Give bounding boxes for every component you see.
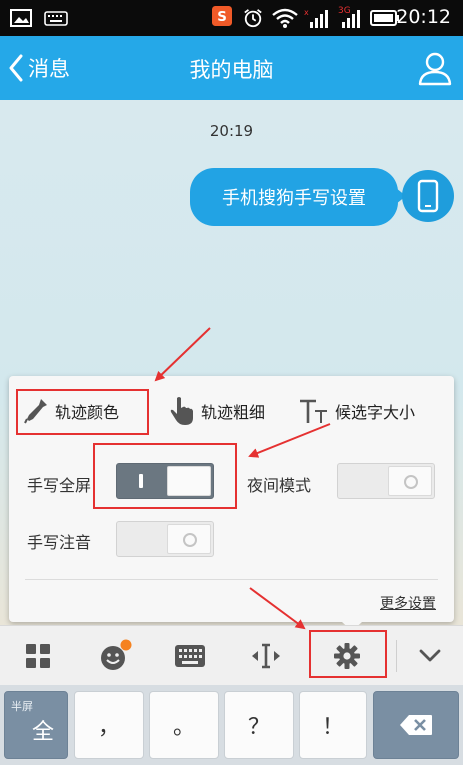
- night-mode-toggle[interactable]: [337, 463, 435, 499]
- fullscreen-handwriting-label: 手写全屏: [27, 476, 92, 495]
- keyboard-toolbar: [0, 625, 463, 685]
- key-label: ？: [247, 715, 270, 740]
- avatar[interactable]: [402, 170, 454, 222]
- hand-pointer-icon: [170, 397, 193, 425]
- toolbar-cursor-button[interactable]: [236, 626, 296, 686]
- toolbar-keyboard-button[interactable]: [160, 626, 220, 686]
- svg-text:x: x: [304, 8, 309, 17]
- keyboard-icon: [175, 645, 205, 667]
- comma-key[interactable]: ，: [74, 691, 144, 759]
- message-text: 手机搜狗手写设置: [222, 188, 366, 209]
- wifi-icon: [272, 8, 298, 28]
- status-bar: S x 3G 20:12: [0, 0, 463, 36]
- emoji-icon: [101, 639, 132, 670]
- backspace-key[interactable]: [373, 691, 459, 759]
- exclamation-key[interactable]: ！: [299, 691, 367, 759]
- annotation-box-track-color: [16, 389, 149, 435]
- svg-text:S: S: [217, 10, 227, 25]
- toolbar-collapse-button[interactable]: [400, 626, 460, 686]
- option-label: 轨迹粗细: [201, 403, 266, 422]
- key-label: ！: [321, 715, 344, 740]
- backspace-icon: [400, 715, 432, 735]
- signal-icon: [342, 10, 360, 28]
- annotation-box-settings-button: [309, 630, 387, 678]
- more-settings-link[interactable]: 更多设置: [380, 593, 436, 613]
- annotation-box-fullscreen-toggle: [93, 443, 237, 509]
- toolbar-menu-button[interactable]: [8, 626, 68, 686]
- grid-icon: [26, 644, 50, 668]
- text-size-icon: [300, 399, 327, 423]
- nav-bar: 消息 我的电脑: [0, 36, 463, 100]
- pinyin-annotation-label: 手写注音: [27, 533, 92, 552]
- divider: [25, 579, 438, 580]
- key-label: ，: [97, 715, 120, 740]
- candidate-size-option[interactable]: 候选字大小: [299, 392, 415, 430]
- sogou-icon: S: [212, 6, 232, 26]
- key-label: 。: [172, 715, 195, 740]
- track-thickness-option[interactable]: 轨迹粗细: [169, 392, 265, 430]
- keyboard-icon: [44, 11, 68, 26]
- key-label: 全: [31, 720, 54, 745]
- cursor-move-icon: [252, 643, 280, 669]
- toggle-knob: [167, 524, 211, 554]
- page-title: 我的电脑: [189, 58, 274, 82]
- night-mode-label: 夜间模式: [247, 476, 312, 495]
- clock: 20:12: [396, 6, 451, 28]
- toolbar-separator: [396, 640, 397, 672]
- message-timestamp: 20:19: [209, 122, 254, 140]
- half-full-width-key[interactable]: 半屏 全: [4, 691, 68, 759]
- period-key[interactable]: 。: [149, 691, 219, 759]
- keyboard: 半屏 全 ， 。 ？ ！: [0, 685, 463, 765]
- chevron-down-icon: [419, 649, 441, 662]
- image-icon: [10, 9, 32, 27]
- toolbar-emoji-button[interactable]: [86, 626, 146, 686]
- pinyin-annotation-toggle[interactable]: [116, 521, 214, 557]
- option-label: 候选字大小: [335, 403, 416, 422]
- person-icon[interactable]: [417, 50, 453, 86]
- alarm-icon: [244, 9, 262, 28]
- signal-icon: x: [304, 8, 328, 28]
- message-bubble[interactable]: 手机搜狗手写设置: [190, 168, 406, 226]
- toggle-knob: [388, 466, 432, 496]
- key-sub-label: 半屏: [11, 700, 33, 713]
- phone-icon: [417, 179, 439, 213]
- question-key[interactable]: ？: [224, 691, 294, 759]
